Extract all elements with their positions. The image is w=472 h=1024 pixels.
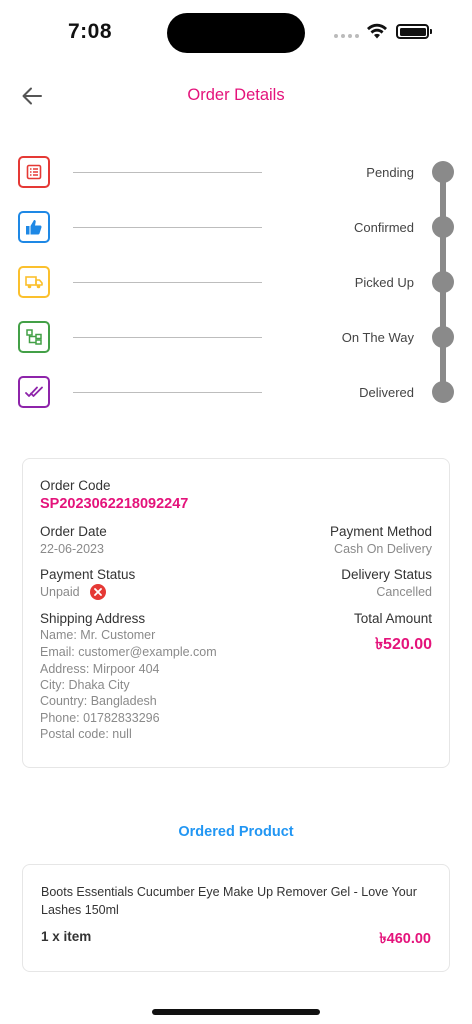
timeline-step-on-the-way: On The Way	[0, 317, 472, 357]
order-code-value: SP2023062218092247	[40, 496, 189, 512]
total-amount-value: ৳520.00	[375, 636, 432, 653]
shipping-address: Address: Mirpoor 404	[40, 662, 160, 676]
delivery-status-value: Cancelled	[376, 585, 432, 599]
payment-method-label: Payment Method	[329, 524, 432, 539]
truck-icon	[18, 266, 50, 298]
shipping-name: Name: Mr. Customer	[40, 628, 156, 642]
thumbs-up-icon	[18, 211, 50, 243]
order-code-label: Order Code	[40, 478, 111, 493]
payment-status-label: Payment Status	[40, 567, 136, 582]
shipping-address-label: Shipping Address	[40, 611, 146, 626]
timeline-dot	[432, 161, 454, 183]
battery-icon	[396, 24, 432, 39]
delivery-status-label: Delivery Status	[341, 567, 432, 582]
product-item-card[interactable]: Boots Essentials Cucumber Eye Make Up Re…	[22, 864, 450, 972]
route-icon	[18, 321, 50, 353]
shipping-postal: Postal code: null	[40, 727, 132, 741]
timeline-label: Picked Up	[354, 275, 414, 290]
shipping-phone: Phone: 01782833296	[40, 711, 160, 725]
order-date-value: 22-06-2023	[40, 542, 104, 556]
shipping-email: Email: customer@example.com	[40, 645, 217, 659]
shipping-city: City: Dhaka City	[40, 678, 130, 692]
status-bar: 7:08	[0, 0, 472, 60]
wifi-icon	[367, 23, 387, 39]
double-check-icon	[18, 376, 50, 408]
product-price: ৳460.00	[379, 931, 431, 947]
order-status-timeline: Pending Confirmed Picked Up On The Way D…	[0, 150, 472, 415]
total-amount-label: Total Amount	[353, 611, 432, 626]
timeline-step-picked-up: Picked Up	[0, 262, 472, 302]
ordered-product-title: Ordered Product	[178, 824, 294, 840]
cellular-signal-icon	[334, 34, 359, 38]
product-quantity: 1 x item	[41, 929, 92, 944]
timeline-dot	[432, 271, 454, 293]
list-icon	[18, 156, 50, 188]
timeline-step-pending: Pending	[0, 152, 472, 192]
timeline-dot	[432, 326, 454, 348]
timeline-label: On The Way	[341, 330, 414, 345]
order-date-label: Order Date	[40, 524, 107, 539]
status-time: 7:08	[68, 20, 113, 43]
product-name: Boots Essentials Cucumber Eye Make Up Re…	[41, 885, 417, 917]
timeline-label: Pending	[366, 165, 414, 180]
timeline-label: Delivered	[359, 385, 414, 400]
timeline-dot	[432, 381, 454, 403]
dynamic-island	[167, 13, 305, 53]
order-summary-card: Order Code SP2023062218092247 Order Date…	[22, 458, 450, 768]
payment-status-value: Unpaid	[40, 585, 80, 599]
timeline-step-delivered: Delivered	[0, 372, 472, 412]
home-indicator[interactable]	[152, 1009, 320, 1015]
page-title: Order Details	[187, 86, 285, 104]
timeline-label: Confirmed	[354, 220, 414, 235]
payment-method-value: Cash On Delivery	[334, 542, 432, 556]
close-circle-icon	[90, 584, 106, 600]
shipping-country: Country: Bangladesh	[40, 694, 157, 708]
timeline-step-confirmed: Confirmed	[0, 207, 472, 247]
timeline-dot	[432, 216, 454, 238]
